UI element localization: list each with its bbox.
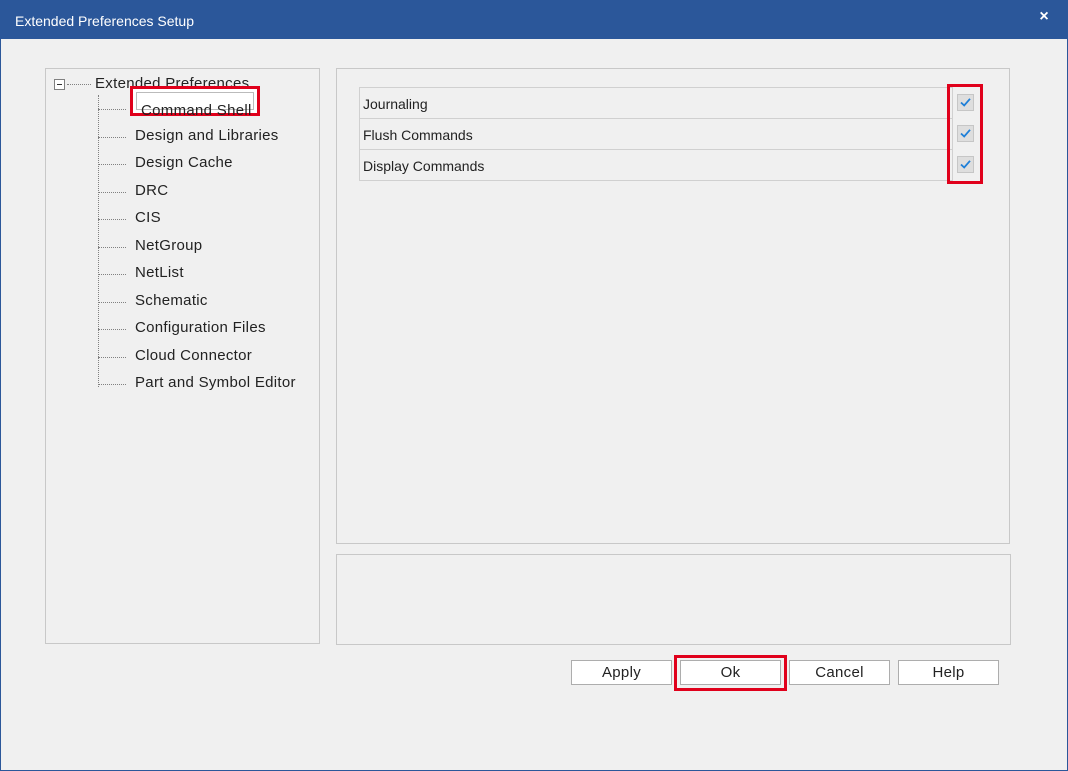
tree-item-netlist[interactable]: NetList [98,263,313,285]
tree-item-label: Design Cache [135,154,233,171]
tree-item-label: Cloud Connector [135,347,253,364]
tree-connector [98,137,126,138]
extended-preferences-dialog: Extended Preferences Setup × Extended Pr… [0,0,1068,771]
close-icon: × [1039,8,1049,25]
tree-connector [98,329,126,330]
title-bar[interactable]: Extended Preferences Setup × [1,1,1067,39]
setting-row-flush-commands[interactable]: Flush Commands [360,119,952,150]
tree-item-label: Configuration Files [135,319,266,336]
tree-connector [98,357,126,358]
checkmark-icon [960,129,971,138]
tree-connector [98,109,126,110]
tree-item-drc[interactable]: DRC [98,181,313,203]
checkmark-icon [960,98,971,107]
setting-label: Display Commands [363,158,485,174]
tree-connector [98,219,126,220]
cancel-button[interactable]: Cancel [789,660,890,685]
help-button[interactable]: Help [898,660,999,685]
tree-connector [67,84,91,85]
tree-item-design-cache[interactable]: Design Cache [98,153,313,175]
flush-commands-checkbox[interactable] [957,125,974,142]
tree-item-label: Command Shell [141,102,252,119]
tree-item-netgroup[interactable]: NetGroup [98,236,313,258]
tree-item-cis[interactable]: CIS [98,208,313,230]
setting-row-display-commands[interactable]: Display Commands [360,150,952,181]
tree-item-label: NetGroup [135,237,203,254]
setting-label: Flush Commands [363,127,473,143]
tree-item-cloud-connector[interactable]: Cloud Connector [98,346,313,368]
preferences-tree[interactable]: Extended Preferences Command Shell Desig… [45,68,320,644]
setting-row-journaling[interactable]: Journaling [360,88,952,119]
tree-connector [98,192,126,193]
apply-button[interactable]: Apply [571,660,672,685]
tree-item-design-and-libraries[interactable]: Design and Libraries [98,126,313,148]
display-commands-checkbox[interactable] [957,156,974,173]
settings-grid: Journaling Flush Commands Display Comman… [359,87,953,181]
tree-item-command-shell[interactable]: Command Shell [98,86,313,120]
settings-panel: Journaling Flush Commands Display Comman… [336,68,1010,544]
tree-connector [98,302,126,303]
tree-connector [98,274,126,275]
tree-item-schematic[interactable]: Schematic [98,291,313,313]
checkbox-column-highlight [947,84,983,184]
journaling-checkbox[interactable] [957,94,974,111]
description-panel [336,554,1011,645]
ok-button[interactable]: Ok [680,660,781,685]
tree-item-label: Part and Symbol Editor [135,374,296,391]
tree-item-configuration-files[interactable]: Configuration Files [98,318,313,340]
tree-item-label: DRC [135,182,169,199]
window-title: Extended Preferences Setup [15,13,195,29]
tree-item-label: Design and Libraries [135,127,279,144]
tree-connector [98,164,126,165]
checkmark-icon [960,160,971,169]
tree-connector [98,247,126,248]
tree-connector [98,384,126,385]
tree-item-part-and-symbol-editor[interactable]: Part and Symbol Editor [98,373,313,395]
tree-item-label: CIS [135,209,161,226]
minus-box-icon[interactable] [54,79,65,90]
tree-item-label: NetList [135,264,184,281]
close-button[interactable]: × [1031,5,1057,29]
tree-item-label: Schematic [135,292,208,309]
setting-label: Journaling [363,96,428,112]
